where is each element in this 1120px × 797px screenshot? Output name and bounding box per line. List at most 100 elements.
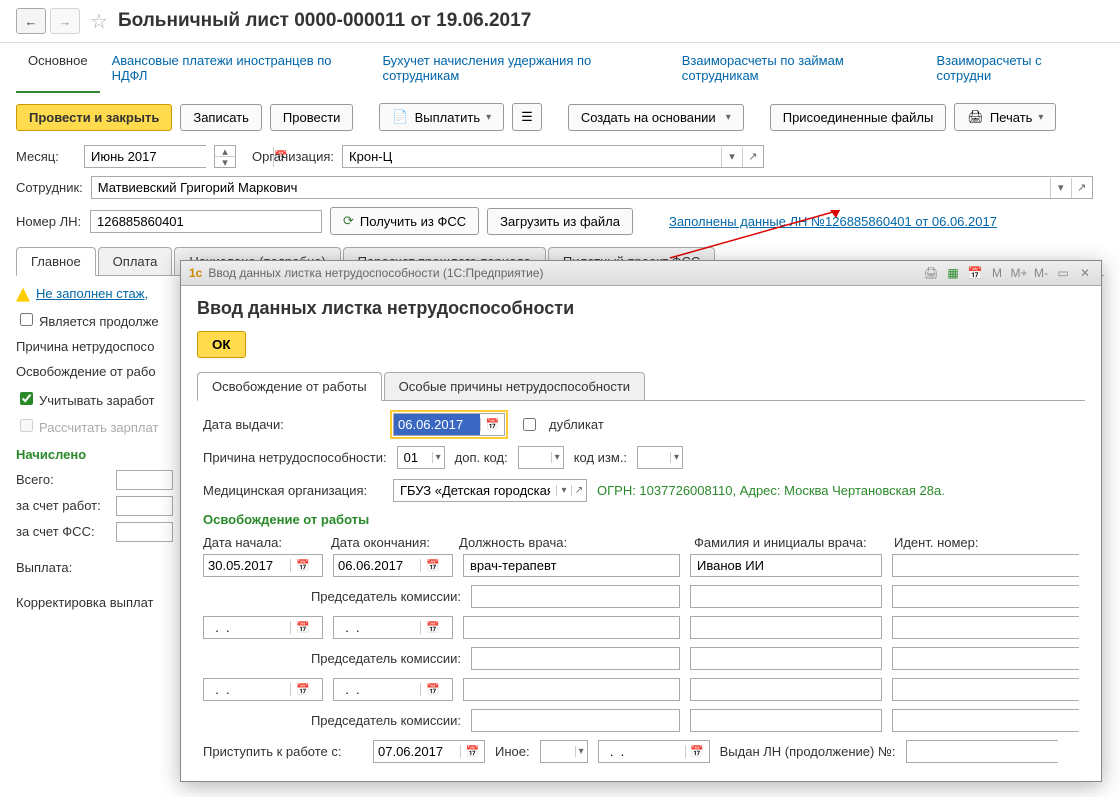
titlebar-close-icon[interactable]: ✕ — [1077, 265, 1093, 281]
get-from-fss-button[interactable]: ⟳Получить из ФСС — [330, 207, 479, 235]
total-input[interactable] — [116, 470, 173, 490]
is-continuation-checkbox[interactable] — [20, 313, 33, 326]
other-date-cal-icon[interactable]: 📅 — [685, 745, 709, 758]
tab-advance[interactable]: Авансовые платежи иностранцев по НДФЛ — [100, 43, 371, 93]
nav-forward-button[interactable]: → — [50, 8, 80, 34]
use-earnings-checkbox[interactable] — [20, 392, 33, 405]
row2-pos-input[interactable] — [464, 617, 679, 638]
row2-start-input[interactable] — [204, 617, 290, 638]
nav-back-button[interactable]: ← — [16, 8, 46, 34]
chair2-name-input[interactable] — [691, 648, 881, 669]
row2-end-cal-icon[interactable]: 📅 — [420, 621, 445, 634]
month-down-button[interactable]: ▾ — [215, 157, 235, 167]
row3-name-input[interactable] — [691, 679, 881, 700]
subtab-main[interactable]: Главное — [16, 247, 96, 276]
employee-open-icon[interactable]: ↗ — [1071, 178, 1092, 198]
titlebar-calendar-icon[interactable]: 📅 — [967, 265, 983, 281]
row1-name-input[interactable] — [691, 555, 881, 576]
titlebar-mminus-icon[interactable]: M- — [1033, 265, 1049, 281]
employee-dropdown-icon[interactable]: ▾ — [1050, 178, 1071, 198]
codechange-dropdown-icon[interactable]: ▾ — [670, 452, 682, 463]
return-cal-icon[interactable]: 📅 — [460, 745, 484, 758]
titlebar-print-icon[interactable]: 🖨 — [923, 265, 939, 281]
tab-loans[interactable]: Взаиморасчеты по займам сотрудникам — [670, 43, 925, 93]
ok-button[interactable]: ОК — [197, 331, 246, 358]
other-input[interactable] — [541, 741, 575, 762]
warning-link[interactable]: Не заполнен стаж, — [36, 286, 148, 301]
medorg-open-icon[interactable]: ↗ — [571, 485, 586, 496]
post-close-button[interactable]: Провести и закрыть — [16, 104, 172, 131]
chair1-name-input[interactable] — [691, 586, 881, 607]
row2-start-cal-icon[interactable]: 📅 — [290, 621, 315, 634]
chair1-pos-input[interactable] — [472, 586, 679, 607]
popup-titlebar[interactable]: 1c Ввод данных листка нетрудоспособности… — [181, 261, 1101, 286]
row1-id-input[interactable] — [893, 555, 1081, 576]
medorg-dropdown-icon[interactable]: ▾ — [556, 485, 571, 496]
subtab-payment[interactable]: Оплата — [98, 247, 173, 275]
titlebar-minimize-icon[interactable]: ▭ — [1055, 265, 1071, 281]
create-based-button[interactable]: Создать на основании▾ — [568, 104, 744, 131]
load-from-file-button[interactable]: Загрузить из файла — [487, 208, 633, 235]
issue-date-input[interactable] — [394, 414, 480, 435]
org-dropdown-icon[interactable]: ▾ — [721, 147, 742, 167]
row3-end-input[interactable] — [334, 679, 420, 700]
favorite-star-icon[interactable]: ☆ — [90, 9, 108, 34]
reason-dropdown-icon[interactable]: ▾ — [432, 452, 444, 463]
chair3-name-input[interactable] — [691, 710, 881, 731]
other-dropdown-icon[interactable]: ▾ — [575, 746, 587, 757]
pay-button[interactable]: 📄Выплатить▾ — [379, 103, 504, 131]
row1-start-input[interactable] — [204, 555, 290, 576]
medorg-input[interactable] — [394, 480, 556, 501]
save-button[interactable]: Записать — [180, 104, 262, 131]
row1-pos-input[interactable] — [464, 555, 679, 576]
col-end-header: Дата окончания: — [331, 535, 449, 550]
inner-tab-release[interactable]: Освобождение от работы — [197, 372, 382, 401]
row3-id-input[interactable] — [893, 679, 1081, 700]
tab-settlements[interactable]: Взаиморасчеты с сотрудни — [925, 43, 1105, 93]
is-continuation-label: Является продолже — [39, 314, 159, 329]
ln-number-input[interactable] — [91, 211, 321, 232]
pay-dropdown-icon-button[interactable]: ☰ — [512, 103, 542, 131]
titlebar-m-icon[interactable]: M — [989, 265, 1005, 281]
chair3-pos-input[interactable] — [472, 710, 679, 731]
filled-data-link[interactable]: Заполнены данные ЛН №126885860401 от 06.… — [669, 214, 997, 229]
org-open-icon[interactable]: ↗ — [742, 147, 763, 167]
tab-accounting[interactable]: Бухучет начисления удержания по сотрудни… — [370, 43, 669, 93]
other-date-input[interactable] — [599, 741, 685, 762]
release-row-2: 📅 📅 — [203, 616, 1079, 639]
chair2-pos-input[interactable] — [472, 648, 679, 669]
row3-start-cal-icon[interactable]: 📅 — [290, 683, 315, 696]
org-input[interactable] — [343, 146, 721, 167]
print-button[interactable]: 🖨Печать▾ — [954, 103, 1056, 131]
inner-tab-special[interactable]: Особые причины нетрудоспособности — [384, 372, 645, 400]
row2-end-input[interactable] — [334, 617, 420, 638]
return-date-input[interactable] — [374, 741, 460, 762]
row1-start-cal-icon[interactable]: 📅 — [290, 559, 315, 572]
issue-date-calendar-icon[interactable]: 📅 — [480, 418, 504, 431]
employee-input[interactable] — [92, 177, 1050, 198]
reason-input[interactable] — [398, 447, 432, 468]
continuation-input[interactable] — [907, 741, 1095, 762]
row3-start-input[interactable] — [204, 679, 290, 700]
post-button[interactable]: Провести — [270, 104, 354, 131]
tab-main[interactable]: Основное — [16, 43, 100, 93]
addcode-dropdown-icon[interactable]: ▾ — [551, 452, 563, 463]
row1-end-input[interactable] — [334, 555, 420, 576]
addcode-input[interactable] — [519, 447, 551, 468]
row3-pos-input[interactable] — [464, 679, 679, 700]
titlebar-mplus-icon[interactable]: M+ — [1011, 265, 1027, 281]
month-input[interactable] — [85, 146, 273, 167]
duplicate-checkbox[interactable] — [523, 418, 536, 431]
row2-name-input[interactable] — [691, 617, 881, 638]
row2-id-input[interactable] — [893, 617, 1081, 638]
chair1-id-input[interactable] — [893, 586, 1081, 607]
by-employer-input[interactable] — [116, 496, 173, 516]
attached-files-button[interactable]: Присоединенные файлы — [770, 104, 947, 131]
row1-end-cal-icon[interactable]: 📅 — [420, 559, 445, 572]
titlebar-calc-icon[interactable]: ▦ — [945, 265, 961, 281]
by-fss-input[interactable] — [116, 522, 173, 542]
codechange-input[interactable] — [638, 447, 670, 468]
chair2-id-input[interactable] — [893, 648, 1081, 669]
chair3-id-input[interactable] — [893, 710, 1081, 731]
row3-end-cal-icon[interactable]: 📅 — [420, 683, 445, 696]
